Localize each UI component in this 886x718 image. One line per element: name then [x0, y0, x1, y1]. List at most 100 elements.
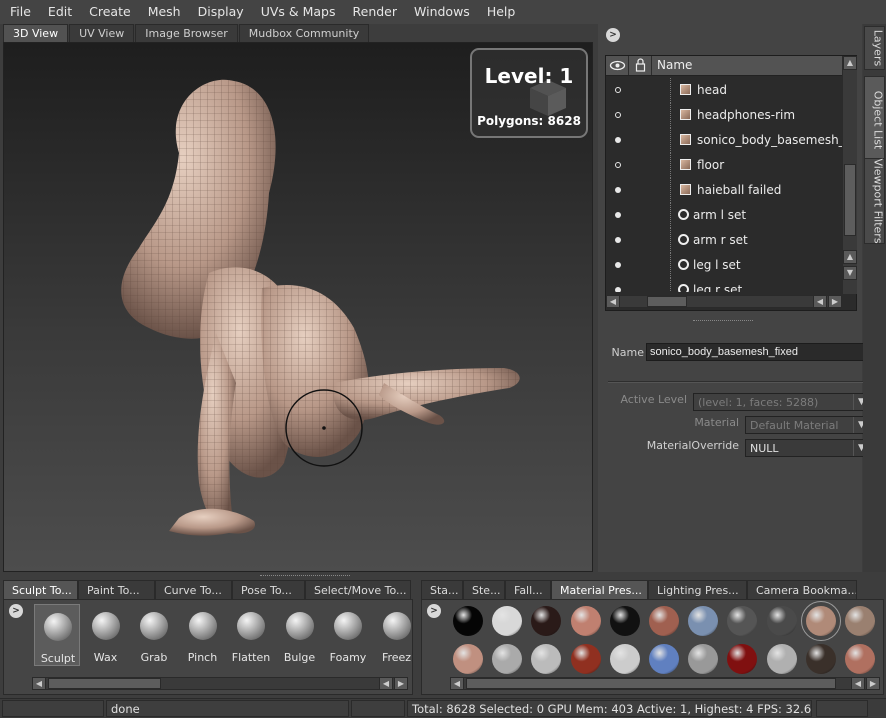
tab-camera-bookmarks[interactable]: Camera Bookma...: [747, 580, 857, 599]
outliner-vscrollbar[interactable]: ▲ ▲ ▼: [843, 56, 857, 294]
tray-expand-icon[interactable]: >: [9, 604, 23, 618]
eye-icon[interactable]: [606, 56, 629, 75]
visibility-toggle-icon[interactable]: [615, 287, 621, 292]
scroll-down-icon[interactable]: ▼: [843, 266, 857, 280]
tab-3d-view[interactable]: 3D View: [3, 24, 69, 42]
scroll-up-icon[interactable]: ▲: [843, 250, 857, 264]
tab-falloff[interactable]: Fall...: [505, 580, 551, 599]
scroll-right-icon[interactable]: ▶: [866, 677, 880, 690]
material-preset-swatch[interactable]: [845, 606, 875, 636]
3d-viewport[interactable]: Level: 1 Polygons: 8628: [3, 42, 593, 572]
tab-sculpt-tools[interactable]: Sculpt To...: [3, 580, 78, 599]
panel-expand-icon[interactable]: >: [606, 28, 620, 42]
outliner-row[interactable]: head: [606, 78, 842, 103]
outliner-row[interactable]: leg l set: [606, 253, 842, 278]
scroll-right-icon[interactable]: ▶: [394, 677, 408, 690]
material-preset-swatch[interactable]: [570, 606, 601, 636]
tool-bulge[interactable]: Bulge: [277, 604, 323, 666]
visibility-toggle-icon[interactable]: [615, 187, 621, 193]
material-preset-swatch[interactable]: [531, 644, 562, 674]
name-column-header[interactable]: Name: [657, 58, 692, 72]
tool-freez[interactable]: Freez: [374, 604, 415, 666]
tab-material-presets[interactable]: Material Pres...: [551, 580, 648, 599]
tab-pose-tools[interactable]: Pose To...: [232, 580, 305, 599]
tab-uv-view[interactable]: UV View: [69, 24, 135, 42]
scroll-left-icon[interactable]: ◀: [32, 677, 46, 690]
material-preset-swatch[interactable]: [453, 644, 483, 674]
outliner-row[interactable]: arm l set: [606, 203, 842, 228]
materials-hscrollbar[interactable]: ◀ ◀ ▶: [450, 677, 880, 690]
menu-file[interactable]: File: [0, 0, 38, 24]
material-preset-swatch[interactable]: [649, 606, 679, 636]
scroll-right-icon[interactable]: ▶: [828, 295, 842, 308]
tools-hscrollbar[interactable]: ◀ ◀ ▶: [32, 677, 408, 690]
material-preset-swatch[interactable]: [766, 644, 797, 674]
scroll-left-icon[interactable]: ◀: [851, 677, 865, 690]
tool-grab[interactable]: Grab: [131, 604, 177, 666]
material-override-dropdown[interactable]: NULL ▼: [745, 439, 870, 457]
material-preset-swatch[interactable]: [570, 644, 601, 674]
menu-mesh[interactable]: Mesh: [138, 0, 188, 24]
tab-stencils[interactable]: Ste...: [463, 580, 505, 599]
tool-foamy[interactable]: Foamy: [325, 604, 371, 666]
tab-lighting-presets[interactable]: Lighting Pres...: [648, 580, 747, 599]
menu-windows[interactable]: Windows: [404, 0, 477, 24]
tool-sculpt[interactable]: Sculpt: [34, 604, 80, 666]
outliner-row[interactable]: floor: [606, 153, 842, 178]
material-preset-swatch[interactable]: [805, 644, 836, 674]
scroll-thumb[interactable]: [647, 296, 687, 307]
material-preset-swatch[interactable]: [492, 606, 523, 636]
visibility-toggle-icon[interactable]: [615, 137, 621, 143]
outliner-row[interactable]: haieball failed: [606, 178, 842, 203]
menu-create[interactable]: Create: [79, 0, 138, 24]
visibility-toggle-icon[interactable]: [615, 112, 621, 118]
material-preset-swatch[interactable]: [453, 606, 483, 636]
outliner-row[interactable]: arm r set: [606, 228, 842, 253]
menu-display[interactable]: Display: [188, 0, 251, 24]
material-preset-swatch[interactable]: [688, 644, 719, 674]
menu-uvs-maps[interactable]: UVs & Maps: [251, 0, 343, 24]
tab-stamps[interactable]: Sta...: [421, 580, 463, 599]
material-preset-swatch[interactable]: [531, 606, 562, 636]
menu-edit[interactable]: Edit: [38, 0, 79, 24]
material-preset-swatch[interactable]: [492, 644, 523, 674]
tab-select-move-tools[interactable]: Select/Move To...: [305, 580, 411, 599]
material-preset-swatch[interactable]: [688, 606, 719, 636]
material-preset-swatch[interactable]: [727, 606, 758, 636]
tool-pinch[interactable]: Pinch: [180, 604, 226, 666]
scroll-thumb[interactable]: [48, 678, 161, 689]
tab-viewport-filters[interactable]: Viewport Filters: [864, 158, 885, 244]
tool-wax[interactable]: Wax: [83, 604, 129, 666]
outliner-row[interactable]: sonico_body_basemesh_fixed: [606, 128, 842, 153]
scroll-left-icon[interactable]: ◀: [450, 677, 464, 690]
outliner-row[interactable]: leg r set: [606, 278, 842, 292]
scroll-thumb[interactable]: [466, 678, 836, 689]
visibility-toggle-icon[interactable]: [615, 87, 621, 93]
material-preset-swatch[interactable]: [609, 606, 640, 636]
tray-splitter-handle[interactable]: [260, 575, 350, 577]
lock-icon[interactable]: [629, 56, 652, 75]
menu-help[interactable]: Help: [477, 0, 523, 24]
material-preset-swatch[interactable]: [800, 601, 841, 641]
material-preset-swatch[interactable]: [727, 644, 758, 674]
scroll-left-icon[interactable]: ◀: [813, 295, 827, 308]
tab-layers[interactable]: Layers: [864, 26, 885, 70]
scroll-left-icon[interactable]: ◀: [379, 677, 393, 690]
tab-curve-tools[interactable]: Curve To...: [155, 580, 232, 599]
scroll-left-icon[interactable]: ◀: [606, 295, 620, 308]
outliner-row[interactable]: headphones-rim: [606, 103, 842, 128]
tray-expand-icon[interactable]: >: [427, 604, 441, 618]
tab-image-browser[interactable]: Image Browser: [135, 24, 238, 42]
menu-render[interactable]: Render: [343, 0, 405, 24]
tab-mudbox-community[interactable]: Mudbox Community: [238, 24, 370, 42]
visibility-toggle-icon[interactable]: [615, 212, 621, 218]
scroll-up-icon[interactable]: ▲: [843, 56, 857, 70]
visibility-toggle-icon[interactable]: [615, 262, 621, 268]
tool-flatten[interactable]: Flatten: [228, 604, 274, 666]
scroll-thumb[interactable]: [844, 164, 856, 236]
outliner-hscrollbar[interactable]: ◀ ◀ ▶: [606, 295, 842, 308]
visibility-toggle-icon[interactable]: [615, 237, 621, 243]
splitter-handle[interactable]: [693, 320, 753, 322]
material-preset-swatch[interactable]: [845, 644, 875, 674]
tab-paint-tools[interactable]: Paint To...: [78, 580, 155, 599]
